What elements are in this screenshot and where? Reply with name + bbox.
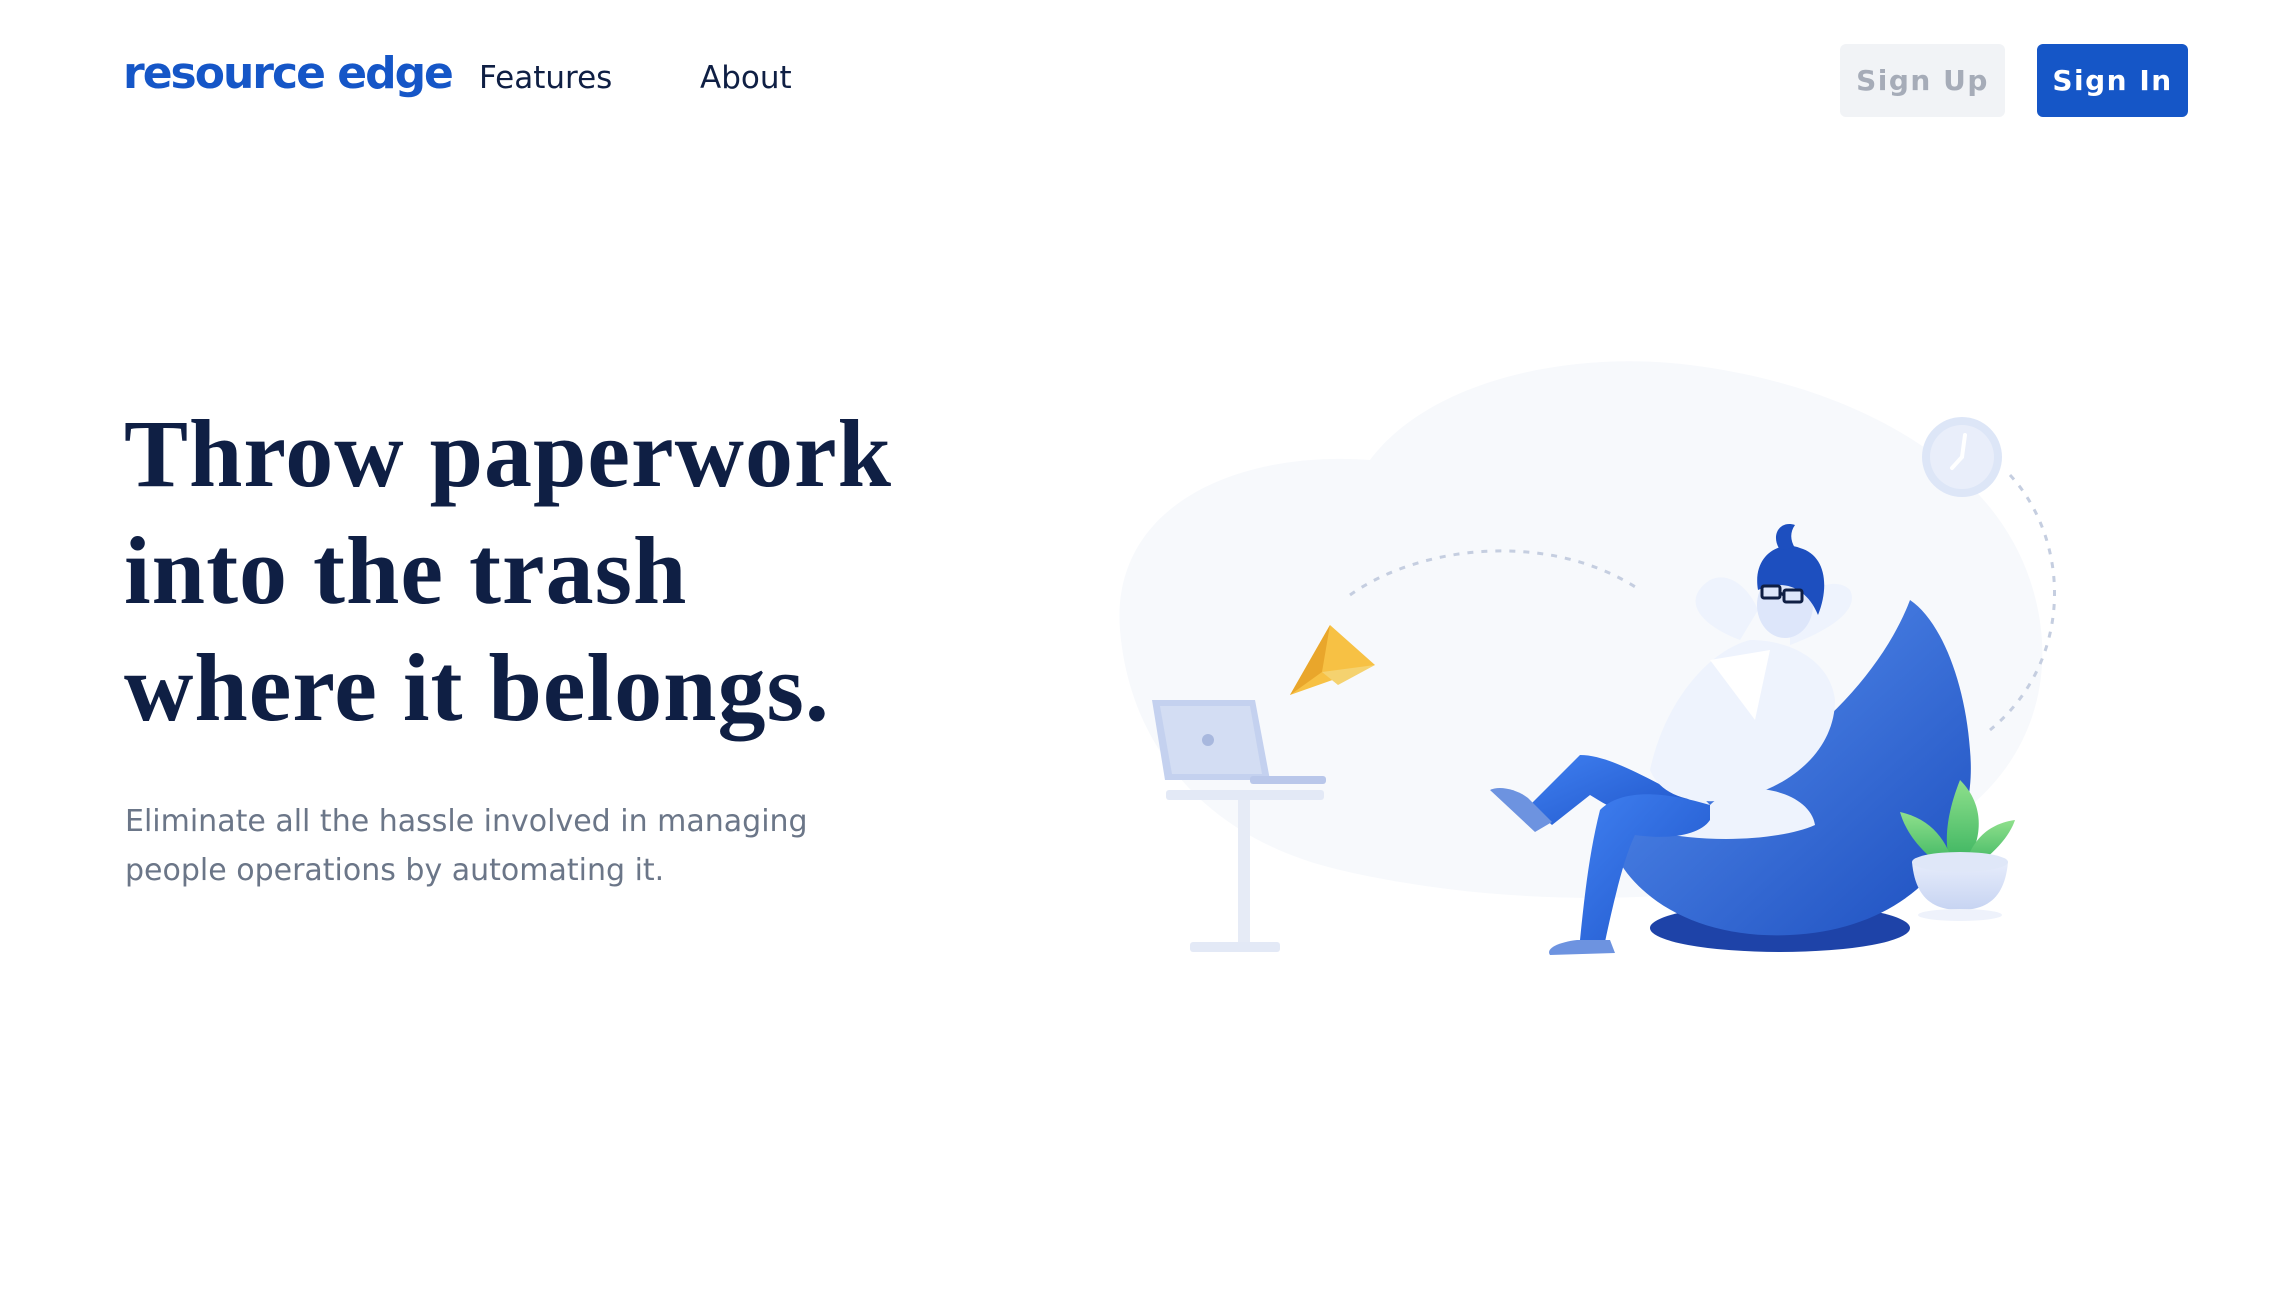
- landing-page: resource edge Features About Sign Up Sig…: [0, 0, 2276, 1290]
- hero-subtext: Eliminate all the hassle involved in man…: [125, 797, 845, 895]
- hero-headline-line: into the trash: [124, 517, 688, 624]
- hero-headline-line: where it belongs.: [124, 634, 830, 741]
- clock-icon: [1922, 417, 2002, 497]
- nav-link-features[interactable]: Features: [479, 60, 612, 96]
- nav-link-about[interactable]: About: [700, 60, 792, 96]
- brand-logo[interactable]: resource edge: [123, 48, 454, 99]
- hero-headline: Throw paperwork into the trash where it …: [124, 395, 1024, 746]
- sign-up-button[interactable]: Sign Up: [1840, 44, 2005, 117]
- top-navigation: resource edge Features About Sign Up Sig…: [0, 0, 2276, 160]
- sign-in-button[interactable]: Sign In: [2037, 44, 2188, 117]
- hero-illustration: [1090, 350, 2090, 970]
- hero-subtext-line: people operations by automating it.: [125, 853, 665, 888]
- hero-subtext-line: Eliminate all the hassle involved in man…: [125, 804, 808, 839]
- hero-headline-line: Throw paperwork: [124, 400, 892, 507]
